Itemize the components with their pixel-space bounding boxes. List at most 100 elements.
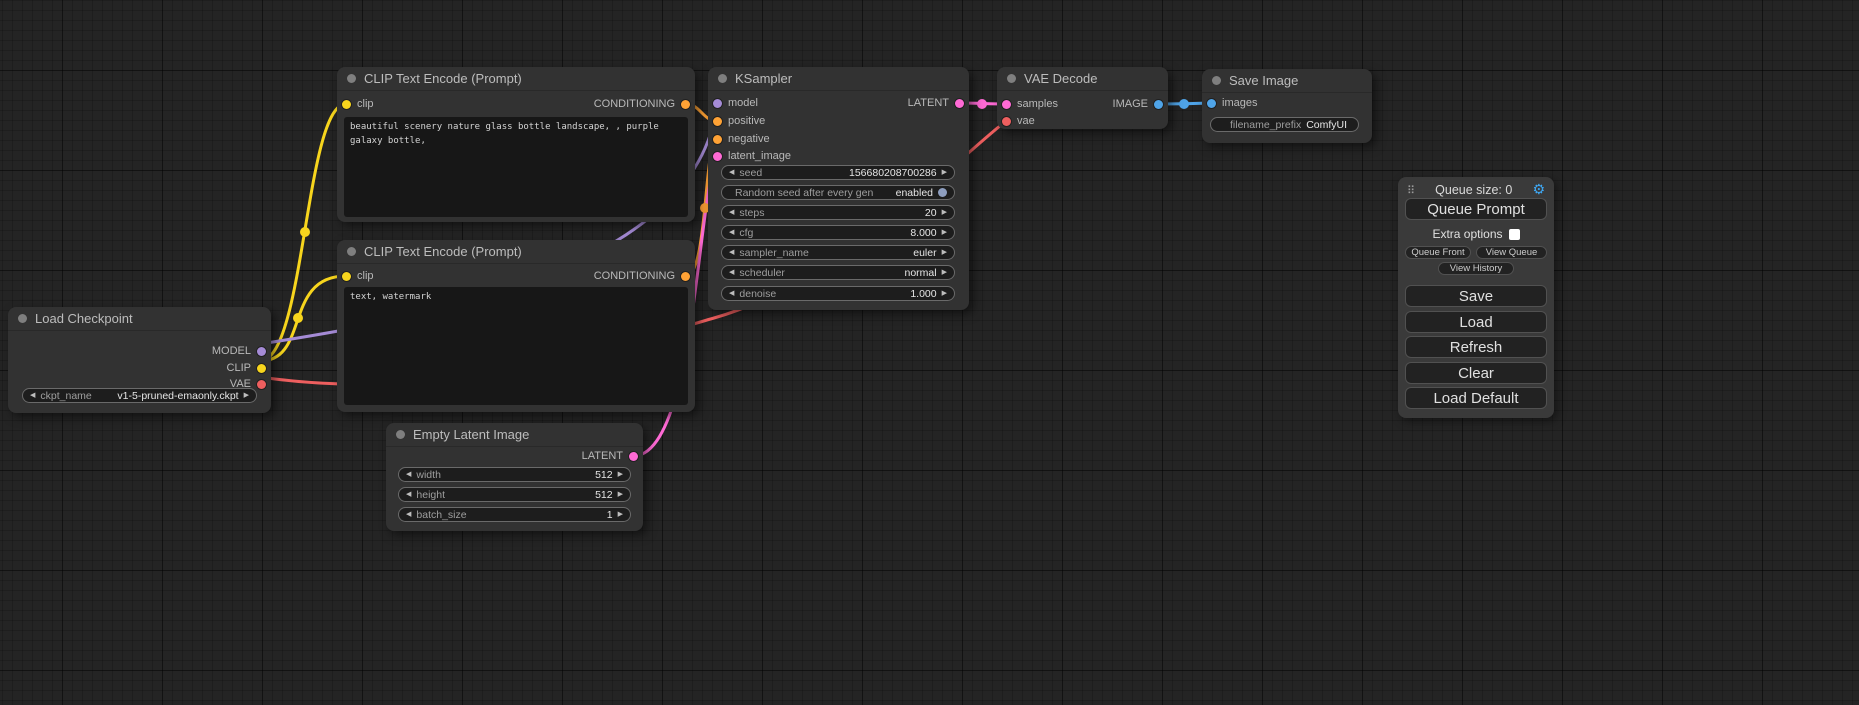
- model-slot-dot[interactable]: [257, 347, 266, 356]
- refresh-button[interactable]: Refresh: [1405, 336, 1547, 358]
- arrow-right-icon[interactable]: ▶: [942, 269, 947, 276]
- denoise-widget[interactable]: ◀ denoise 1.000 ▶: [721, 286, 955, 301]
- input-slot-clip[interactable]: clip: [342, 269, 374, 283]
- node-title-bar[interactable]: VAE Decode: [997, 67, 1168, 91]
- conditioning-slot-dot[interactable]: [713, 117, 722, 126]
- queue-front-button[interactable]: Queue Front: [1405, 246, 1471, 259]
- toggle-knob-icon[interactable]: [938, 188, 947, 197]
- input-slot-negative[interactable]: negative: [713, 132, 770, 146]
- arrow-left-icon[interactable]: ◀: [729, 229, 734, 236]
- arrow-left-icon[interactable]: ◀: [729, 209, 734, 216]
- cfg-widget[interactable]: ◀ cfg 8.000 ▶: [721, 225, 955, 240]
- clear-button[interactable]: Clear: [1405, 362, 1547, 384]
- node-title-bar[interactable]: KSampler: [708, 67, 969, 91]
- node-empty-latent-image[interactable]: Empty Latent Image LATENT ◀ width 512 ▶ …: [386, 423, 643, 531]
- arrow-right-icon[interactable]: ▶: [942, 249, 947, 256]
- node-title-bar[interactable]: Empty Latent Image: [386, 423, 643, 447]
- output-slot-conditioning[interactable]: CONDITIONING: [594, 97, 690, 111]
- output-slot-image[interactable]: IMAGE: [1113, 97, 1163, 111]
- output-slot-model[interactable]: MODEL: [212, 344, 266, 358]
- node-vae-decode[interactable]: VAE Decode samples vae IMAGE: [997, 67, 1168, 129]
- settings-gear-icon[interactable]: ⚙: [1532, 183, 1545, 197]
- clip-slot-dot[interactable]: [342, 272, 351, 281]
- node-save-image[interactable]: Save Image images filename_prefix ComfyU…: [1202, 69, 1372, 143]
- sampler-name-widget[interactable]: ◀ sampler_name euler ▶: [721, 245, 955, 260]
- arrow-right-icon[interactable]: ▶: [618, 471, 623, 478]
- arrow-right-icon[interactable]: ▶: [942, 290, 947, 297]
- arrow-left-icon[interactable]: ◀: [30, 392, 35, 399]
- node-clip-text-encode-negative[interactable]: CLIP Text Encode (Prompt) clip CONDITION…: [337, 240, 695, 412]
- clip-slot-dot[interactable]: [342, 100, 351, 109]
- collapse-dot-icon[interactable]: [18, 314, 27, 323]
- negative-prompt-textarea[interactable]: text, watermark: [344, 287, 688, 405]
- output-slot-conditioning[interactable]: CONDITIONING: [594, 269, 690, 283]
- arrow-right-icon[interactable]: ▶: [942, 229, 947, 236]
- latent-slot-dot[interactable]: [713, 152, 722, 161]
- latent-slot-dot[interactable]: [629, 452, 638, 461]
- node-title-bar[interactable]: Save Image: [1202, 69, 1372, 93]
- collapse-dot-icon[interactable]: [1007, 74, 1016, 83]
- extra-options-checkbox[interactable]: [1509, 229, 1520, 240]
- model-slot-dot[interactable]: [713, 99, 722, 108]
- output-slot-latent[interactable]: LATENT: [582, 449, 638, 463]
- image-slot-dot[interactable]: [1154, 100, 1163, 109]
- arrow-right-icon[interactable]: ▶: [244, 392, 249, 399]
- arrow-left-icon[interactable]: ◀: [729, 249, 734, 256]
- seed-widget[interactable]: ◀ seed 156680208700286 ▶: [721, 165, 955, 180]
- drag-handle-icon[interactable]: ⠿: [1407, 184, 1415, 197]
- width-widget[interactable]: ◀ width 512 ▶: [398, 467, 631, 482]
- arrow-left-icon[interactable]: ◀: [406, 491, 411, 498]
- latent-slot-dot[interactable]: [955, 99, 964, 108]
- ckpt-name-widget[interactable]: ◀ ckpt_name v1-5-pruned-emaonly.ckpt ▶: [22, 388, 257, 403]
- collapse-dot-icon[interactable]: [347, 74, 356, 83]
- conditioning-slot-dot[interactable]: [681, 100, 690, 109]
- vae-slot-dot[interactable]: [257, 380, 266, 389]
- vae-slot-dot[interactable]: [1002, 117, 1011, 126]
- clip-slot-dot[interactable]: [257, 364, 266, 373]
- collapse-dot-icon[interactable]: [718, 74, 727, 83]
- node-ksampler[interactable]: KSampler model positive negative latent_…: [708, 67, 969, 310]
- input-slot-model[interactable]: model: [713, 96, 758, 110]
- node-title-bar[interactable]: Load Checkpoint: [8, 307, 271, 331]
- input-slot-images[interactable]: images: [1207, 96, 1257, 110]
- arrow-left-icon[interactable]: ◀: [729, 169, 734, 176]
- arrow-right-icon[interactable]: ▶: [942, 169, 947, 176]
- random-seed-toggle-widget[interactable]: Random seed after every gen enabled: [721, 185, 955, 200]
- arrow-right-icon[interactable]: ▶: [618, 511, 623, 518]
- height-widget[interactable]: ◀ height 512 ▶: [398, 487, 631, 502]
- save-button[interactable]: Save: [1405, 285, 1547, 307]
- input-slot-clip[interactable]: clip: [342, 97, 374, 111]
- view-history-button[interactable]: View History: [1438, 262, 1514, 275]
- arrow-right-icon[interactable]: ▶: [618, 491, 623, 498]
- conditioning-slot-dot[interactable]: [681, 272, 690, 281]
- output-slot-latent[interactable]: LATENT: [908, 96, 964, 110]
- positive-prompt-textarea[interactable]: beautiful scenery nature glass bottle la…: [344, 117, 688, 217]
- filename-prefix-widget[interactable]: filename_prefix ComfyUI: [1210, 117, 1359, 132]
- collapse-dot-icon[interactable]: [396, 430, 405, 439]
- input-slot-latent-image[interactable]: latent_image: [713, 149, 791, 163]
- arrow-right-icon[interactable]: ▶: [942, 209, 947, 216]
- output-slot-clip[interactable]: CLIP: [227, 361, 266, 375]
- arrow-left-icon[interactable]: ◀: [406, 471, 411, 478]
- latent-slot-dot[interactable]: [1002, 100, 1011, 109]
- batch-size-widget[interactable]: ◀ batch_size 1 ▶: [398, 507, 631, 522]
- node-clip-text-encode-positive[interactable]: CLIP Text Encode (Prompt) clip CONDITION…: [337, 67, 695, 222]
- collapse-dot-icon[interactable]: [1212, 76, 1221, 85]
- conditioning-slot-dot[interactable]: [713, 135, 722, 144]
- load-button[interactable]: Load: [1405, 311, 1547, 333]
- input-slot-samples[interactable]: samples: [1002, 97, 1058, 111]
- image-slot-dot[interactable]: [1207, 99, 1216, 108]
- view-queue-button[interactable]: View Queue: [1476, 246, 1547, 259]
- scheduler-widget[interactable]: ◀ scheduler normal ▶: [721, 265, 955, 280]
- comfyui-canvas[interactable]: { "link_colors": { "clip": "#F7D51D", "m…: [0, 0, 1859, 705]
- load-default-button[interactable]: Load Default: [1405, 387, 1547, 409]
- node-load-checkpoint[interactable]: Load Checkpoint MODEL CLIP VAE ◀ ckpt_na…: [8, 307, 271, 413]
- input-slot-positive[interactable]: positive: [713, 114, 765, 128]
- arrow-left-icon[interactable]: ◀: [406, 511, 411, 518]
- arrow-left-icon[interactable]: ◀: [729, 269, 734, 276]
- collapse-dot-icon[interactable]: [347, 247, 356, 256]
- arrow-left-icon[interactable]: ◀: [729, 290, 734, 297]
- steps-widget[interactable]: ◀ steps 20 ▶: [721, 205, 955, 220]
- node-title-bar[interactable]: CLIP Text Encode (Prompt): [337, 67, 695, 91]
- queue-prompt-button[interactable]: Queue Prompt: [1405, 198, 1547, 220]
